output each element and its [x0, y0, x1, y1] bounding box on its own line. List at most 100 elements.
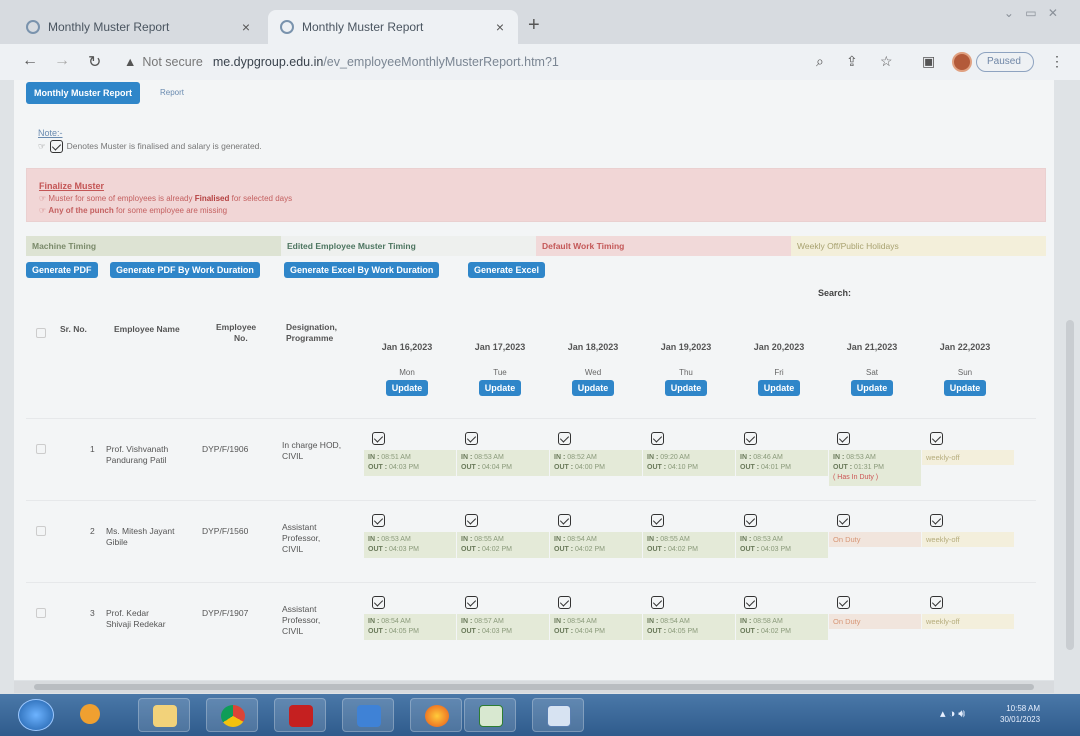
- start-button-icon[interactable]: [18, 699, 54, 731]
- row-checkbox[interactable]: [36, 526, 46, 536]
- generate-excel-button[interactable]: Generate Excel: [468, 262, 546, 278]
- row-checkbox[interactable]: [36, 608, 46, 618]
- muster-checkbox-icon[interactable]: [930, 514, 943, 527]
- browser-tab-1[interactable]: Monthly Muster Report ×: [14, 10, 264, 44]
- update-button[interactable]: Update: [385, 380, 429, 396]
- muster-checkbox-icon[interactable]: [465, 596, 478, 609]
- vertical-scrollbar[interactable]: [1066, 320, 1074, 650]
- search-icon[interactable]: ⌕: [816, 53, 824, 70]
- generate-excel-work-duration-button[interactable]: Generate Excel By Work Duration: [284, 262, 440, 278]
- tray-icons[interactable]: ▴ ◑ 🔊︎: [940, 707, 965, 721]
- muster-checkbox-icon[interactable]: [744, 514, 757, 527]
- punch-timing: IN : 08:57 AM OUT : 04:03 PM: [457, 614, 549, 640]
- window-controls[interactable]: ⌄ ▭ ✕: [1004, 6, 1062, 20]
- file-explorer-icon[interactable]: [138, 698, 190, 732]
- cell-employee-no: DYP/F/1560: [202, 526, 249, 536]
- muster-checkbox-icon[interactable]: [558, 514, 571, 527]
- menu-kebab-icon[interactable]: ⋮: [1050, 53, 1064, 70]
- muster-checkbox-icon[interactable]: [837, 514, 850, 527]
- sidebar-icon[interactable]: ▣: [922, 53, 935, 70]
- update-button[interactable]: Update: [571, 380, 615, 396]
- cell-designation: Assistant Professor, CIVIL: [282, 604, 320, 637]
- muster-checkbox-icon[interactable]: [651, 596, 664, 609]
- muster-checkbox-icon[interactable]: [372, 514, 385, 527]
- muster-checkbox-icon[interactable]: [651, 432, 664, 445]
- tab-title: Monthly Muster Report: [48, 20, 170, 34]
- out-time: 04:01 PM: [761, 464, 791, 471]
- muster-checkbox-icon[interactable]: [372, 596, 385, 609]
- horizontal-scrollbar[interactable]: [14, 681, 1054, 693]
- chrome-icon[interactable]: [206, 698, 258, 732]
- firefox-icon[interactable]: [410, 698, 462, 732]
- in-time: 08:46 AM: [753, 454, 783, 461]
- generate-pdf-button[interactable]: Generate PDF: [26, 262, 98, 278]
- row-divider: [26, 582, 1036, 583]
- day-date: Jan 17,2023: [474, 342, 526, 352]
- avatar[interactable]: [952, 52, 972, 72]
- alert-text: for some employee are missing: [115, 206, 228, 215]
- forward-arrow-icon[interactable]: →: [54, 52, 70, 70]
- name-line: Prof. Vishvanath: [106, 444, 169, 454]
- url-bar[interactable]: ▲ Not secure me.dypgroup.edu.in/ev_employe…: [124, 50, 804, 74]
- video-app-icon[interactable]: [342, 698, 394, 732]
- profile-paused[interactable]: Paused: [976, 52, 1034, 72]
- close-tab-icon[interactable]: ×: [496, 10, 504, 44]
- update-button[interactable]: Update: [757, 380, 801, 396]
- day-column-header: Jan 16,2023 Mon Update: [360, 342, 454, 396]
- document-window-icon[interactable]: [532, 698, 584, 732]
- tab-monthly-muster-report[interactable]: Monthly Muster Report: [26, 82, 140, 104]
- muster-checkbox-icon[interactable]: [930, 596, 943, 609]
- browser-tab-2[interactable]: Monthly Muster Report ×: [268, 10, 518, 44]
- muster-checkbox-icon[interactable]: [558, 432, 571, 445]
- cell-employee-name: Prof. Kedar Shivaji Redekar: [106, 608, 166, 630]
- punch-timing: IN : 08:55 AM OUT : 04:02 PM: [457, 532, 549, 558]
- muster-checkbox-icon[interactable]: [651, 514, 664, 527]
- in-time: 08:53 AM: [753, 536, 783, 543]
- search-label: Search:: [818, 288, 852, 298]
- in-time: 09:20 AM: [660, 454, 690, 461]
- update-button[interactable]: Update: [478, 380, 522, 396]
- update-button[interactable]: Update: [664, 380, 708, 396]
- cell-employee-name: Prof. Vishvanath Pandurang Patil: [106, 444, 168, 466]
- clock-time: 10:58 AM: [1006, 704, 1041, 713]
- note-line: ☞ Denotes Muster is finalised and salary …: [38, 140, 262, 153]
- back-arrow-icon[interactable]: ←: [22, 52, 38, 70]
- row-checkbox[interactable]: [36, 444, 46, 454]
- system-clock[interactable]: 10:58 AM 30/01/2023: [1000, 703, 1040, 725]
- muster-checkbox-icon[interactable]: [744, 596, 757, 609]
- muster-checkbox-icon[interactable]: [930, 432, 943, 445]
- punch-timing: IN : 08:51 AM OUT : 04:03 PM: [364, 450, 456, 476]
- update-button[interactable]: Update: [943, 380, 987, 396]
- in-time: 08:53 AM: [474, 454, 504, 461]
- reload-icon[interactable]: ↻: [88, 52, 101, 72]
- legend-default-timing: Default Work Timing: [536, 236, 791, 256]
- generate-pdf-work-duration-button[interactable]: Generate PDF By Work Duration: [110, 262, 260, 278]
- globe-icon: [280, 20, 294, 34]
- in-time: 08:55 AM: [660, 536, 690, 543]
- pdf-reader-icon[interactable]: [274, 698, 326, 732]
- excel-icon[interactable]: [464, 698, 516, 732]
- update-button[interactable]: Update: [850, 380, 894, 396]
- muster-checkbox-icon[interactable]: [837, 596, 850, 609]
- muster-checkbox-icon[interactable]: [372, 432, 385, 445]
- tab-report[interactable]: Report: [160, 88, 184, 97]
- muster-checkbox-icon[interactable]: [837, 432, 850, 445]
- day-date: Jan 16,2023: [381, 342, 433, 352]
- star-icon[interactable]: ☆: [880, 53, 893, 70]
- out-time: 04:05 PM: [389, 628, 419, 635]
- header-line: Programme: [286, 333, 334, 343]
- in-time: 08:58 AM: [753, 618, 783, 625]
- muster-checkbox-icon[interactable]: [558, 596, 571, 609]
- new-tab-icon[interactable]: +: [528, 14, 540, 37]
- globe-icon: [26, 20, 40, 34]
- scroll-thumb[interactable]: [34, 684, 1034, 690]
- muster-checkbox-icon[interactable]: [465, 514, 478, 527]
- muster-checkbox-icon[interactable]: [465, 432, 478, 445]
- cell-employee-no: DYP/F/1907: [202, 608, 249, 618]
- share-icon[interactable]: ⇪: [846, 53, 858, 70]
- media-player-icon[interactable]: [70, 698, 114, 732]
- close-tab-icon[interactable]: ×: [242, 10, 250, 44]
- alert-title: Finalize Muster: [39, 181, 105, 191]
- select-all-checkbox[interactable]: [36, 328, 46, 338]
- muster-checkbox-icon[interactable]: [744, 432, 757, 445]
